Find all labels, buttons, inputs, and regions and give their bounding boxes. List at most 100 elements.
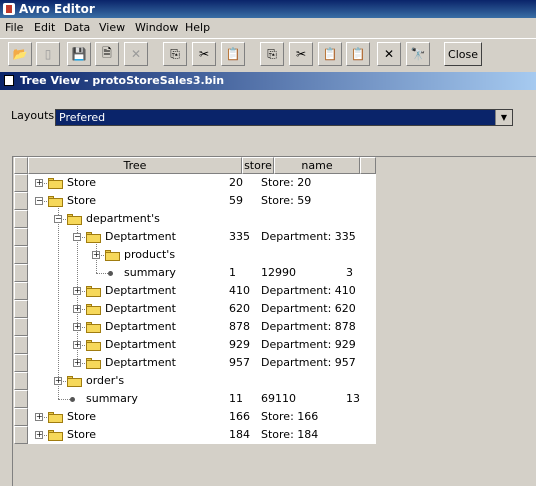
- cell-name[interactable]: Store: 166: [261, 408, 318, 426]
- delete-field-button[interactable]: ✕: [377, 42, 401, 66]
- cell-name[interactable]: Department: 929: [261, 336, 356, 354]
- cut-field-icon: ✂: [295, 47, 307, 61]
- row-header[interactable]: [14, 408, 28, 426]
- tree-row[interactable]: + product's: [28, 246, 376, 264]
- row-header[interactable]: [14, 192, 28, 210]
- column-header-tree[interactable]: Tree: [28, 157, 242, 174]
- cell-name[interactable]: Store: 59: [261, 192, 311, 210]
- tree-row[interactable]: + Store 20 Store: 20: [28, 174, 376, 192]
- cell-name[interactable]: Department: 878: [261, 318, 356, 336]
- chevron-down-icon[interactable]: ▼: [495, 110, 512, 125]
- search-button[interactable]: 🔭: [406, 42, 430, 66]
- cell-store[interactable]: 20: [229, 174, 243, 192]
- tree-row[interactable]: + order's: [28, 372, 376, 390]
- row-header[interactable]: [14, 390, 28, 408]
- tree-row[interactable]: + Store 166 Store: 166: [28, 408, 376, 426]
- open-button[interactable]: 📂: [8, 42, 32, 66]
- cell-store[interactable]: 410: [229, 282, 250, 300]
- collapse-icon[interactable]: −: [35, 197, 43, 205]
- cell-store[interactable]: 620: [229, 300, 250, 318]
- layouts-label: Layouts: [11, 109, 55, 122]
- new-button[interactable]: ▯: [36, 42, 60, 66]
- internal-frame-title: Tree View - protoStoreSales3.bin: [20, 74, 225, 87]
- row-header[interactable]: [14, 354, 28, 372]
- expand-icon[interactable]: +: [73, 287, 81, 295]
- expand-icon[interactable]: +: [92, 251, 100, 259]
- cell-store[interactable]: 184: [229, 426, 250, 444]
- column-header-extra[interactable]: [360, 157, 376, 174]
- menu-edit[interactable]: Edit: [34, 21, 55, 34]
- expand-icon[interactable]: +: [73, 305, 81, 313]
- close-button[interactable]: Close: [444, 42, 482, 66]
- save-as-button[interactable]: 🗎: [95, 42, 119, 66]
- expand-icon[interactable]: +: [35, 413, 43, 421]
- tree-row[interactable]: + Deptartment 620 Department: 620: [28, 300, 376, 318]
- cell-name[interactable]: Department: 410: [261, 282, 356, 300]
- paste-field-after-button[interactable]: 📋: [346, 42, 370, 66]
- cell-store[interactable]: 957: [229, 354, 250, 372]
- expand-icon[interactable]: +: [54, 377, 62, 385]
- tree-row[interactable]: + Deptartment 410 Department: 410: [28, 282, 376, 300]
- tree-row[interactable]: − Deptartment 335 Department: 335: [28, 228, 376, 246]
- column-header-name[interactable]: name: [274, 157, 360, 174]
- tree-row[interactable]: − department's: [28, 210, 376, 228]
- cell-extra[interactable]: 3: [346, 264, 353, 282]
- cut-button[interactable]: ✂: [192, 42, 216, 66]
- cell-extra[interactable]: 13: [346, 390, 360, 408]
- row-header[interactable]: [14, 372, 28, 390]
- cell-name[interactable]: Store: 184: [261, 426, 318, 444]
- tree-row[interactable]: summary 1 12990 3: [28, 264, 376, 282]
- row-header[interactable]: [14, 336, 28, 354]
- row-header[interactable]: [14, 264, 28, 282]
- expand-icon[interactable]: +: [35, 431, 43, 439]
- row-header[interactable]: [14, 426, 28, 444]
- expand-icon[interactable]: +: [73, 359, 81, 367]
- menu-data[interactable]: Data: [64, 21, 90, 34]
- row-header[interactable]: [14, 174, 28, 192]
- cell-store[interactable]: 878: [229, 318, 250, 336]
- row-header[interactable]: [14, 318, 28, 336]
- tree-row[interactable]: + Store 184 Store: 184: [28, 426, 376, 444]
- delete-button[interactable]: ✕: [124, 42, 148, 66]
- cell-store[interactable]: 335: [229, 228, 250, 246]
- paste-field-button[interactable]: 📋: [318, 42, 342, 66]
- menu-view[interactable]: View: [99, 21, 125, 34]
- tree-row[interactable]: − Store 59 Store: 59: [28, 192, 376, 210]
- cell-name[interactable]: 69110: [261, 390, 296, 408]
- tree-row[interactable]: summary 11 69110 13: [28, 390, 376, 408]
- layouts-select[interactable]: Prefered ▼: [55, 109, 513, 126]
- expand-icon[interactable]: +: [35, 179, 43, 187]
- cut-field-button[interactable]: ✂: [289, 42, 313, 66]
- cell-name[interactable]: Store: 20: [261, 174, 311, 192]
- cell-store[interactable]: 1: [229, 264, 236, 282]
- cell-name[interactable]: Department: 620: [261, 300, 356, 318]
- copy-field-button[interactable]: ⎘: [260, 42, 284, 66]
- collapse-icon[interactable]: −: [73, 233, 81, 241]
- column-header-store[interactable]: store: [242, 157, 274, 174]
- cell-name[interactable]: 12990: [261, 264, 296, 282]
- cell-store[interactable]: 11: [229, 390, 243, 408]
- tree-row[interactable]: + Deptartment 878 Department: 878: [28, 318, 376, 336]
- collapse-icon[interactable]: −: [54, 215, 62, 223]
- cell-name[interactable]: Department: 335: [261, 228, 356, 246]
- cell-store[interactable]: 59: [229, 192, 243, 210]
- copy-button[interactable]: ⎘: [163, 42, 187, 66]
- cell-store[interactable]: 166: [229, 408, 250, 426]
- menu-file[interactable]: File: [5, 21, 23, 34]
- row-header[interactable]: [14, 282, 28, 300]
- row-header[interactable]: [14, 228, 28, 246]
- menu-window[interactable]: Window: [135, 21, 178, 34]
- row-header[interactable]: [14, 300, 28, 318]
- tree-row[interactable]: + Deptartment 957 Department: 957: [28, 354, 376, 372]
- save-button[interactable]: 💾: [67, 42, 91, 66]
- tree-row[interactable]: + Deptartment 929 Department: 929: [28, 336, 376, 354]
- paste-button[interactable]: 📋: [221, 42, 245, 66]
- table-header: Tree store name: [14, 157, 376, 174]
- row-header[interactable]: [14, 210, 28, 228]
- expand-icon[interactable]: +: [73, 323, 81, 331]
- expand-icon[interactable]: +: [73, 341, 81, 349]
- row-header[interactable]: [14, 246, 28, 264]
- cell-name[interactable]: Department: 957: [261, 354, 356, 372]
- cell-store[interactable]: 929: [229, 336, 250, 354]
- menu-help[interactable]: Help: [185, 21, 210, 34]
